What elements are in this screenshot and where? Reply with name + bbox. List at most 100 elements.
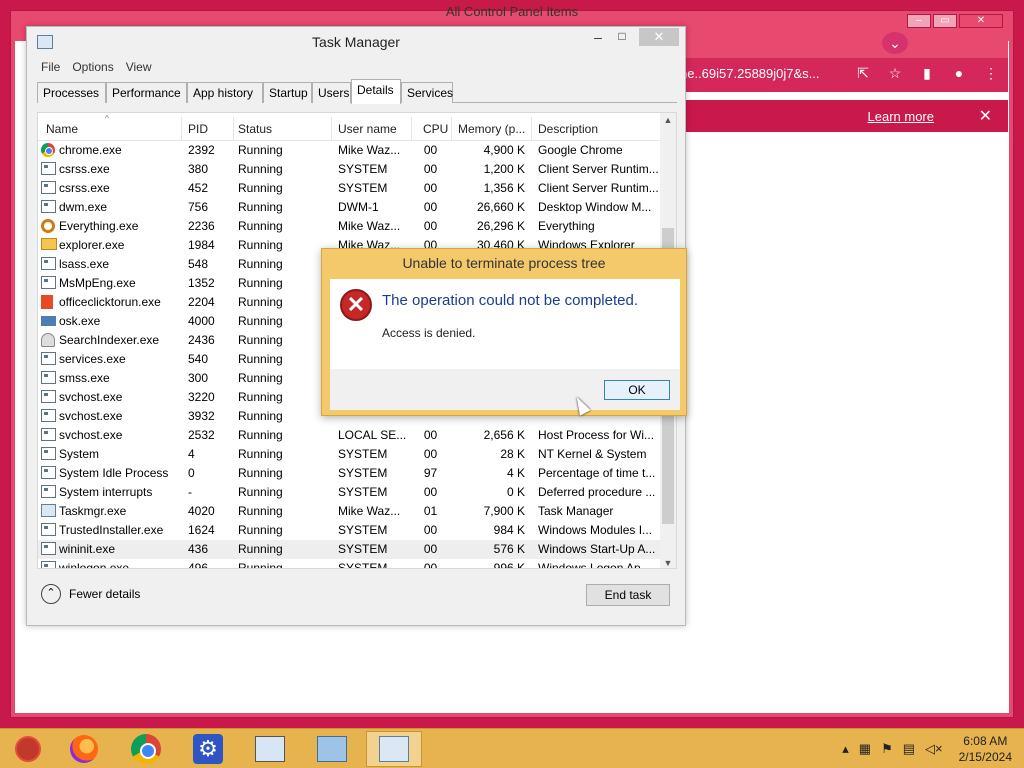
column-divider[interactable] — [531, 117, 532, 141]
tab-services[interactable]: Services — [401, 82, 453, 103]
taskbar-control-panel[interactable] — [304, 731, 360, 767]
menu-file[interactable]: File — [35, 58, 66, 76]
process-memory: 26,296 K — [476, 219, 525, 233]
column-divider[interactable] — [411, 117, 412, 141]
task-manager-icon — [379, 736, 409, 762]
table-row[interactable]: csrss.exe 452 Running SYSTEM 00 1,356 K Client… — [38, 179, 662, 198]
process-cpu: 00 — [423, 181, 438, 195]
keyboard-icon — [41, 316, 56, 326]
clock[interactable]: 6:08 AM 2/15/2024 — [959, 733, 1012, 765]
column-divider[interactable] — [181, 117, 182, 141]
control-panel-minimize-button[interactable]: – — [907, 14, 931, 28]
process-memory: 7,900 K — [483, 504, 525, 518]
process-pid: 1352 — [188, 276, 215, 290]
table-row[interactable]: System Idle Process 0 Running SYSTEM 97 4 K Pe… — [38, 464, 662, 483]
column-cpu[interactable]: CPU — [423, 122, 453, 136]
profile-icon[interactable]: ● — [950, 65, 968, 82]
process-pid: 1984 — [188, 238, 215, 252]
share-icon[interactable]: ⇱ — [854, 65, 872, 82]
menu-icon[interactable]: ⋮ — [982, 65, 1000, 82]
dialog-body: ✕ The operation could not be completed. … — [330, 279, 680, 369]
tab-startup[interactable]: Startup — [263, 82, 312, 103]
browser-toolbar-icons: ⇱ ☆ ▮ ● ⋮ — [854, 65, 1000, 82]
column-divider[interactable] — [233, 117, 234, 141]
process-name: chrome.exe — [59, 143, 122, 157]
table-row[interactable]: chrome.exe 2392 Running Mike Waz... 00 4,900 … — [38, 141, 662, 160]
process-pid: 300 — [188, 371, 209, 385]
window-icon[interactable]: ▦ — [859, 741, 871, 757]
browser-infobar: Learn more ✕ — [676, 100, 1008, 132]
tab-users[interactable]: Users — [312, 82, 351, 103]
table-row[interactable]: System 4 Running SYSTEM 00 28 K NT Kernel & Sy… — [38, 445, 662, 464]
window-icon — [41, 409, 56, 422]
end-task-button[interactable]: End task — [586, 584, 670, 606]
process-memory: 576 K — [493, 542, 525, 556]
table-row[interactable]: csrss.exe 380 Running SYSTEM 00 1,200 K Client… — [38, 160, 662, 179]
ok-button[interactable]: OK — [604, 380, 670, 400]
process-pid: 540 — [188, 352, 209, 366]
star-icon[interactable]: ☆ — [886, 65, 904, 82]
process-pid: 2392 — [188, 143, 215, 157]
table-row[interactable]: wininit.exe 436 Running SYSTEM 00 576 K Window… — [38, 540, 662, 559]
column-memory[interactable]: Memory (p... — [458, 122, 528, 136]
process-description: Windows Logon Ap... — [538, 561, 651, 569]
taskbar-chrome[interactable] — [118, 731, 174, 767]
table-row[interactable]: Taskmgr.exe 4020 Running Mike Waz... 01 7,900… — [38, 502, 662, 521]
process-pid: 3932 — [188, 409, 215, 423]
taskbar-firefox[interactable] — [56, 731, 112, 767]
process-memory: 984 K — [493, 523, 525, 537]
table-row[interactable]: TrustedInstaller.exe 1624 Running SYSTEM 00 9… — [38, 521, 662, 540]
infobar-close-icon[interactable]: ✕ — [979, 106, 992, 126]
table-row[interactable]: Everything.exe 2236 Running Mike Waz... 00 26… — [38, 217, 662, 236]
menu-options[interactable]: Options — [66, 58, 119, 76]
close-button[interactable]: ✕ — [639, 28, 679, 46]
process-name: services.exe — [59, 352, 126, 366]
control-panel-maximize-button[interactable]: ▭ — [933, 14, 957, 28]
address-bar[interactable]: he..69i57.25889j0j7&s... — [680, 66, 820, 81]
network-icon[interactable]: ▤ — [903, 741, 915, 757]
process-status: Running — [238, 485, 283, 499]
start-button[interactable] — [0, 731, 56, 767]
dialog-content: Access is denied. — [382, 326, 476, 340]
process-memory: 26,660 K — [476, 200, 525, 214]
tab-search-icon[interactable]: ⌄ — [882, 32, 908, 54]
table-row[interactable]: winlogon.exe 496 Running SYSTEM 00 996 K Windo… — [38, 559, 662, 569]
flag-icon[interactable]: ⚑ — [881, 741, 893, 757]
scroll-up-icon[interactable]: ▲ — [660, 115, 676, 125]
column-pid[interactable]: PID — [188, 122, 233, 136]
process-description: Desktop Window M... — [538, 200, 652, 214]
process-description: Client Server Runtim... — [538, 181, 659, 195]
process-pid: 756 — [188, 200, 209, 214]
fewer-details-button[interactable]: ⌃ Fewer details — [41, 584, 140, 604]
menu-view[interactable]: View — [120, 58, 158, 76]
column-user-name[interactable]: User name — [338, 122, 408, 136]
control-panel-close-button[interactable]: ✕ — [959, 14, 1003, 28]
maximize-button[interactable]: □ — [611, 29, 633, 49]
learn-more-link[interactable]: Learn more — [868, 109, 934, 124]
tab-app-history[interactable]: App history — [187, 82, 263, 103]
table-row[interactable]: dwm.exe 756 Running DWM-1 00 26,660 K Desktop … — [38, 198, 662, 217]
process-memory: 1,356 K — [483, 181, 525, 195]
process-status: Running — [238, 314, 283, 328]
column-description[interactable]: Description — [538, 122, 648, 136]
taskbar-keyboard[interactable] — [242, 731, 298, 767]
volume-muted-icon[interactable]: ◁× — [925, 741, 943, 757]
taskbar-settings[interactable]: ⚙ — [180, 731, 236, 767]
sidebar-icon[interactable]: ▮ — [918, 65, 936, 82]
column-divider[interactable] — [331, 117, 332, 141]
scroll-down-icon[interactable]: ▼ — [660, 558, 676, 568]
process-status: Running — [238, 409, 283, 423]
tab-performance[interactable]: Performance — [106, 82, 187, 103]
column-status[interactable]: Status — [238, 122, 328, 136]
column-divider[interactable] — [451, 117, 452, 141]
window-icon — [41, 466, 56, 479]
tab-details[interactable]: Details — [351, 79, 401, 104]
process-pid: 2436 — [188, 333, 215, 347]
taskbar-task-manager[interactable] — [366, 731, 422, 767]
column-name[interactable]: Name — [46, 122, 176, 136]
table-row[interactable]: svchost.exe 2532 Running LOCAL SE... 00 2,656… — [38, 426, 662, 445]
minimize-button[interactable]: – — [587, 29, 609, 49]
table-row[interactable]: System interrupts - Running SYSTEM 00 0 K Defe… — [38, 483, 662, 502]
chevron-up-icon[interactable]: ▴ — [842, 741, 849, 757]
tab-processes[interactable]: Processes — [37, 82, 106, 103]
